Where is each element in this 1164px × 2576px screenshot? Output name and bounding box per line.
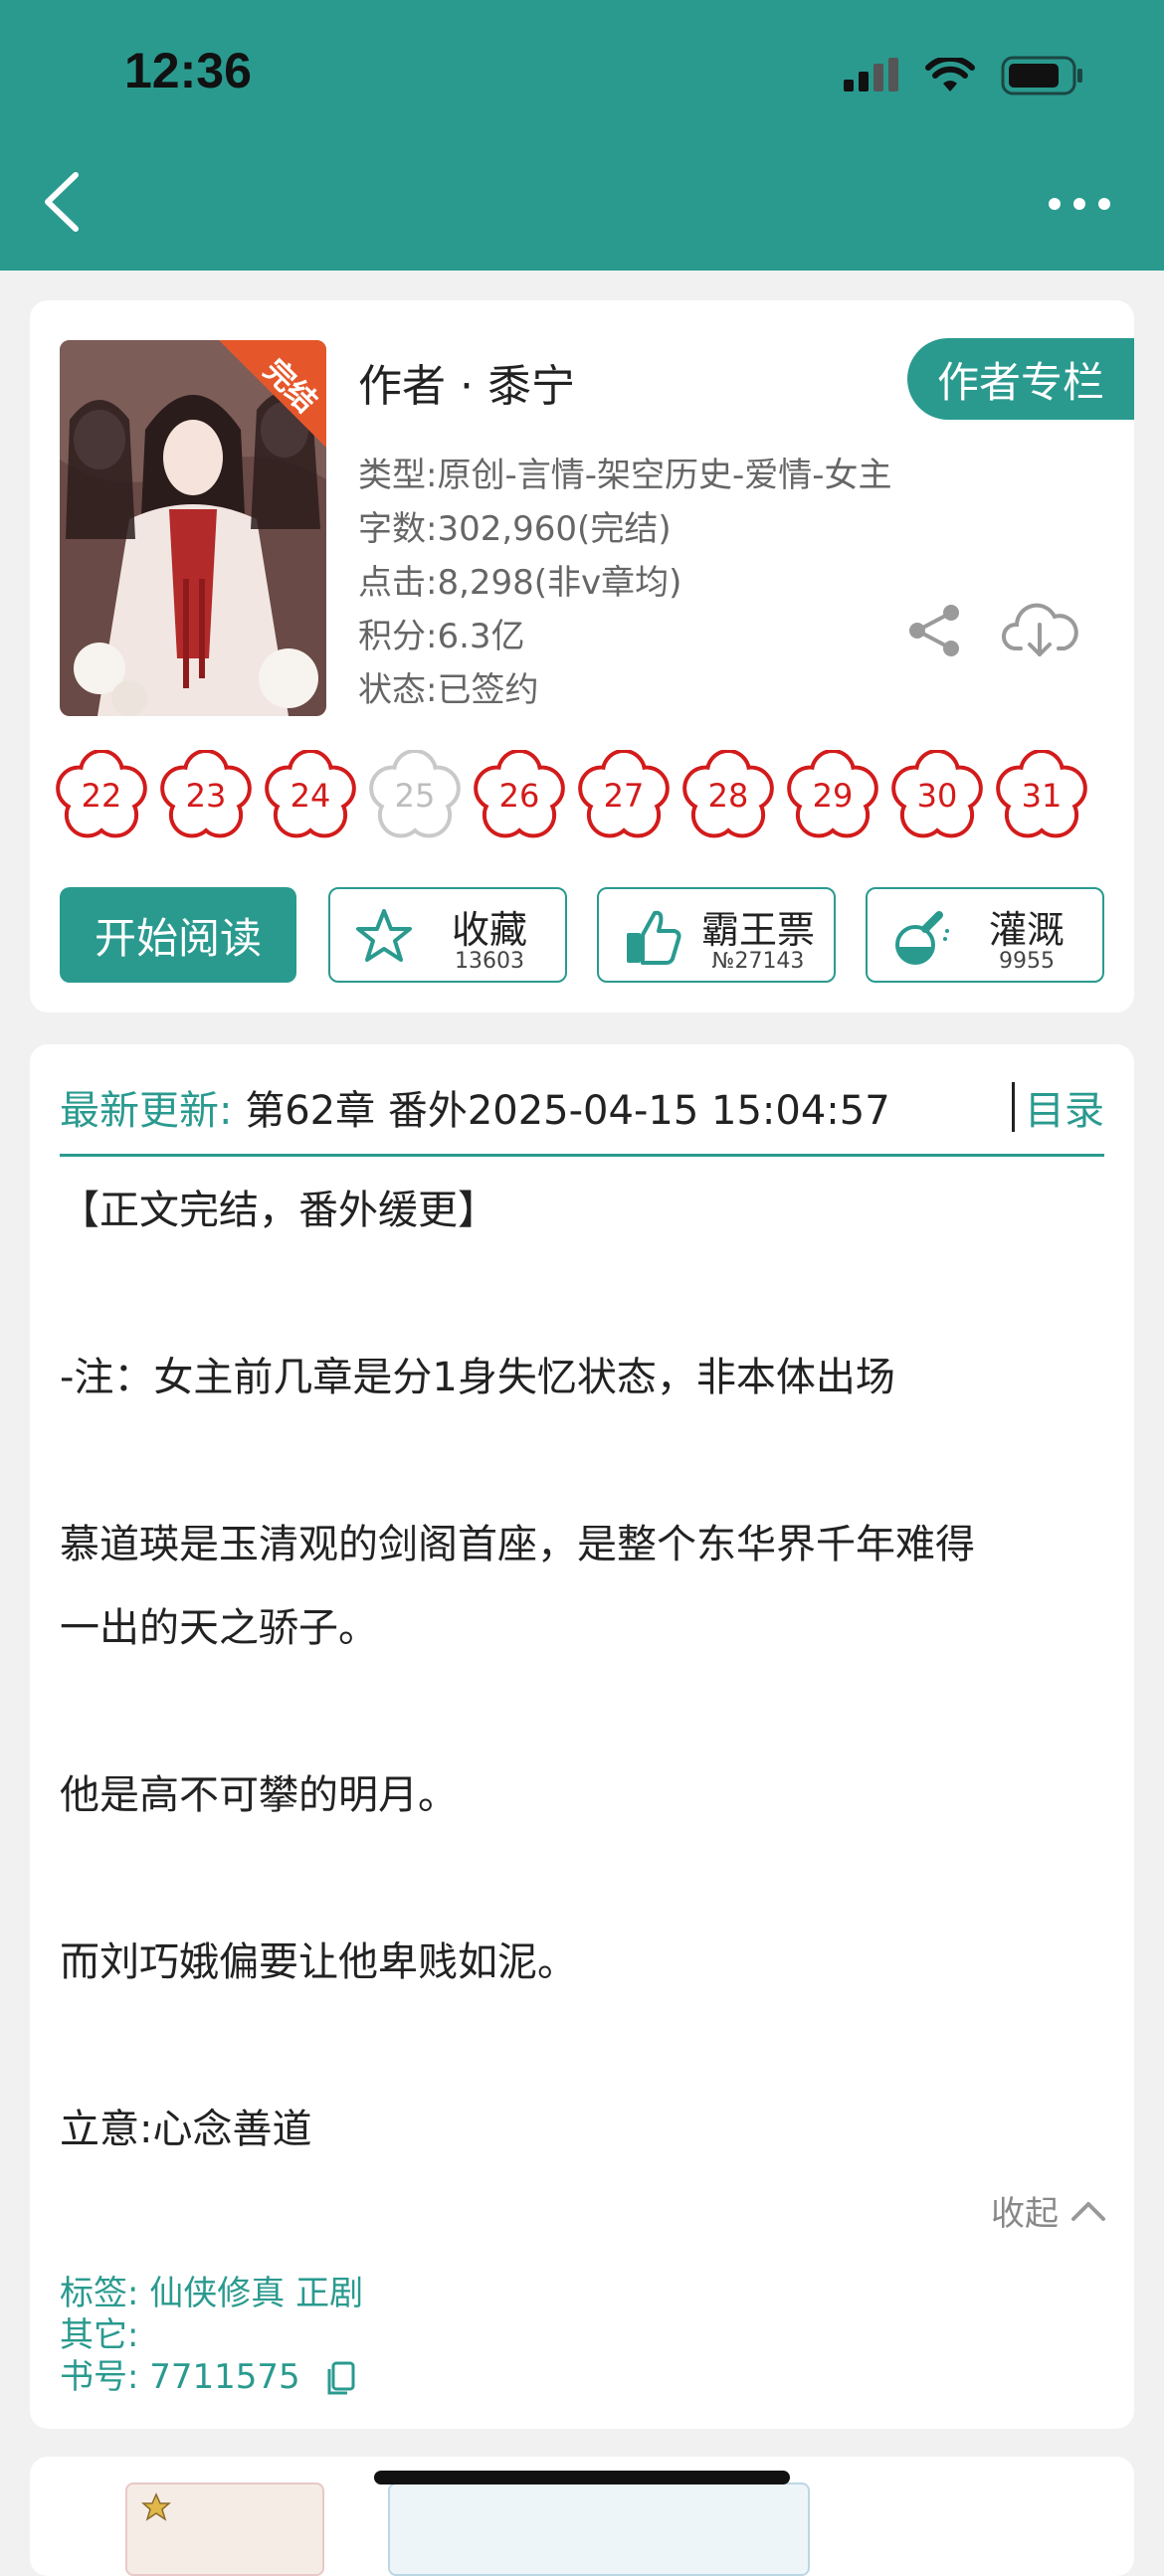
collect-label: 收藏 xyxy=(451,908,527,952)
flower-number: 26 xyxy=(498,777,540,815)
description-card: 最新更新: 第62章 番外2025-04-15 15:04:57 目录 【正文完… xyxy=(30,1044,1134,2429)
book-number-line: 书号: 7711575 xyxy=(60,2349,355,2398)
collect-button[interactable]: 收藏 13603 xyxy=(328,887,567,983)
related-book-thumb[interactable] xyxy=(388,2483,810,2576)
flower-number: 31 xyxy=(1021,777,1063,815)
author-name[interactable]: 作者 · 黍宁 xyxy=(358,350,575,414)
start-reading-button[interactable]: 开始阅读 xyxy=(60,887,296,983)
wifi-icon xyxy=(925,58,975,92)
home-indicator xyxy=(374,2471,790,2484)
description-line: -注：女主前几章是分1身失忆状态，非本体出场 xyxy=(60,1355,895,1400)
book-cover[interactable]: 完结 xyxy=(60,340,326,716)
latest-update-label: 最新更新: xyxy=(60,1088,233,1134)
flower-rating-icon[interactable]: 28 xyxy=(682,749,774,841)
related-book-thumb[interactable] xyxy=(125,2483,324,2576)
flower-rating-icon[interactable]: 30 xyxy=(891,749,983,841)
flower-number: 28 xyxy=(707,777,749,815)
flower-rating-icon[interactable]: 31 xyxy=(996,749,1087,841)
action-button-row: 开始阅读 收藏 13603 霸王票 №27143 灌溉 9955 xyxy=(60,887,1104,983)
irrigate-label: 灌溉 xyxy=(988,908,1065,952)
latest-update-row[interactable]: 最新更新: 第62章 番外2025-04-15 15:04:57 目录 xyxy=(60,1078,1104,1154)
cellular-signal-icon xyxy=(844,58,898,92)
bawang-ticket-label: 霸王票 xyxy=(700,908,815,952)
download-cloud-icon[interactable] xyxy=(1001,597,1078,660)
author-column-button[interactable]: 作者专栏 xyxy=(907,338,1134,420)
description-line: 【正文完结，番外缓更】 xyxy=(60,1188,497,1233)
flower-number: 30 xyxy=(916,777,958,815)
description-line: 慕道瑛是玉清观的剑阁首座，是整个东华界千年难得 xyxy=(60,1522,975,1567)
table-of-contents-link[interactable]: 目录 xyxy=(1025,1078,1104,1136)
update-separator xyxy=(1012,1082,1015,1132)
bawang-ticket-count: №27143 xyxy=(711,949,805,974)
latest-update-text: 第62章 番外2025-04-15 15:04:57 xyxy=(245,1088,890,1134)
bawang-ticket-button[interactable]: 霸王票 №27143 xyxy=(597,887,836,983)
collect-count: 13603 xyxy=(455,949,524,974)
flower-number: 27 xyxy=(603,777,645,815)
more-options-icon[interactable] xyxy=(1045,189,1114,219)
description-line: 他是高不可攀的明月。 xyxy=(60,1772,458,1818)
flower-rating-icon[interactable]: 24 xyxy=(265,749,356,841)
description-line: 一出的天之骄子。 xyxy=(60,1605,378,1651)
share-icon[interactable] xyxy=(905,601,965,660)
flower-rating-icon[interactable]: 26 xyxy=(474,749,565,841)
flower-rating-icon[interactable]: 22 xyxy=(56,749,147,841)
book-number-text: 书号: 7711575 xyxy=(60,2357,300,2397)
book-info-card: 完结 作者 · 黍宁 作者专栏 类型:原创-言情-架空历史-爱情-女主 字数:3… xyxy=(30,300,1134,1012)
chevron-up-icon xyxy=(1071,2201,1105,2221)
description-line: 而刘巧娥偏要让他卑贱如泥。 xyxy=(60,1939,577,1985)
status-time: 12:36 xyxy=(124,43,252,98)
flower-number: 24 xyxy=(290,777,331,815)
flower-rating-icon[interactable]: 23 xyxy=(160,749,252,841)
flower-rating-icon[interactable]: 29 xyxy=(787,749,878,841)
collapse-label: 收起 xyxy=(991,2194,1059,2234)
description-line: 立意:心念善道 xyxy=(60,2107,312,2152)
flower-rating-icon[interactable]: 25 xyxy=(369,749,461,841)
sign-status-text: 状态:已签约 xyxy=(358,670,539,710)
status-icons xyxy=(844,56,1084,95)
clicks-text: 点击:8,298(非v章均) xyxy=(358,563,682,603)
flower-number: 22 xyxy=(81,777,122,815)
points-text: 积分:6.3亿 xyxy=(358,617,525,656)
flower-number: 23 xyxy=(185,777,227,815)
irrigate-button[interactable]: 灌溉 9955 xyxy=(866,887,1104,983)
star-icon xyxy=(356,909,412,962)
flower-rating-icon[interactable]: 27 xyxy=(578,749,670,841)
word-count-text: 字数:302,960(完结) xyxy=(358,509,672,549)
top-bar: 12:36 xyxy=(0,0,1164,271)
thumbs-up-icon xyxy=(627,910,681,965)
flower-number: 29 xyxy=(812,777,854,815)
genre-text: 类型:原创-言情-架空历史-爱情-女主 xyxy=(358,456,892,495)
copy-icon[interactable] xyxy=(325,2361,355,2397)
battery-icon xyxy=(1001,56,1082,95)
irrigate-count: 9955 xyxy=(999,949,1055,974)
flower-rating-row: 22 23 24 25 26 27 28 29 30 31 xyxy=(56,749,1130,849)
watering-bottle-icon xyxy=(895,911,949,965)
back-chevron-icon[interactable] xyxy=(38,167,97,237)
flower-number: 25 xyxy=(394,777,436,815)
collapse-button[interactable]: 收起 xyxy=(991,2186,1106,2235)
update-divider xyxy=(60,1154,1104,1157)
